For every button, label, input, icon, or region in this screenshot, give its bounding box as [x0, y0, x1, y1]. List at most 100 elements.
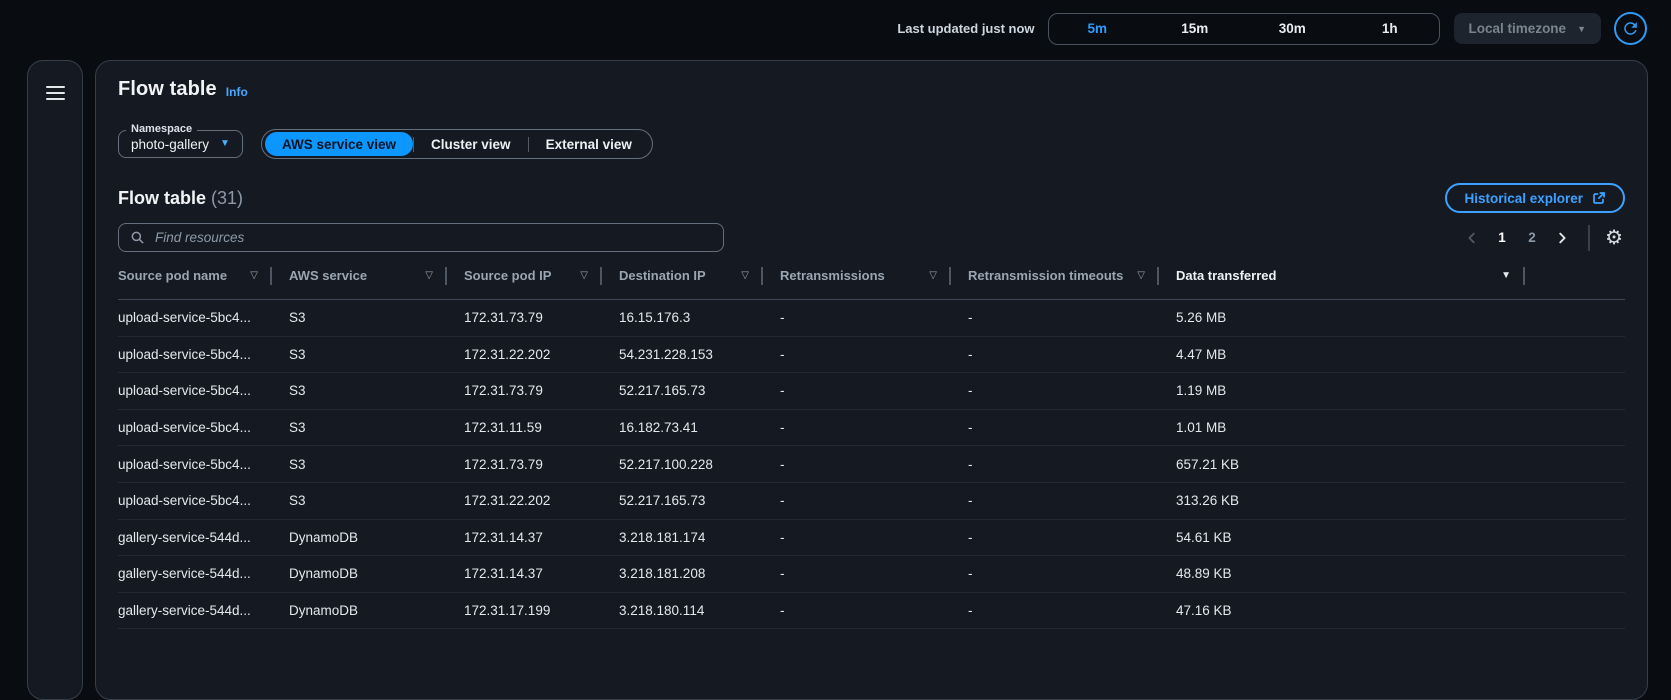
column-header-destination-ip[interactable]: Destination IP ▽: [602, 252, 763, 299]
historical-explorer-button[interactable]: Historical explorer: [1445, 183, 1625, 213]
table-cell: gallery-service-544d...: [118, 566, 272, 581]
table-body: upload-service-5bc4...S3172.31.73.7916.1…: [118, 300, 1625, 629]
view-tab-external-view[interactable]: External view: [529, 132, 649, 156]
timezone-label: Local timezone: [1469, 21, 1567, 36]
table-cell: S3: [272, 420, 447, 435]
table-row: gallery-service-544d...DynamoDB172.31.14…: [118, 520, 1625, 557]
top-bar: Last updated just now 5m15m30m1h Local t…: [0, 0, 1671, 57]
table-cell: 5.26 MB: [1159, 310, 1525, 325]
sort-descending-icon[interactable]: ▼: [1501, 270, 1511, 281]
controls-row: Namespace photo-gallery ▼ AWS service vi…: [118, 129, 1625, 159]
filter-icon[interactable]: ▽: [250, 270, 258, 281]
page-1-button[interactable]: 1: [1489, 226, 1515, 250]
table-cell: S3: [272, 383, 447, 398]
table-cell: 172.31.73.79: [447, 310, 602, 325]
table-cell: -: [951, 347, 1159, 362]
table-row: gallery-service-544d...DynamoDB172.31.17…: [118, 593, 1625, 630]
table-cell: 3.218.181.174: [602, 530, 763, 545]
gear-icon: ⚙: [1605, 227, 1623, 249]
filter-icon[interactable]: ▽: [929, 270, 937, 281]
external-link-icon: [1592, 191, 1606, 205]
search-icon: [130, 230, 145, 245]
time-range-15m[interactable]: 15m: [1146, 14, 1244, 44]
search-box: [118, 223, 724, 252]
table-cell: -: [951, 310, 1159, 325]
table-cell: upload-service-5bc4...: [118, 347, 272, 362]
refresh-button[interactable]: [1614, 12, 1647, 45]
table-cell: 172.31.22.202: [447, 493, 602, 508]
namespace-value: photo-gallery: [131, 137, 209, 152]
view-tab-cluster-view[interactable]: Cluster view: [414, 132, 528, 156]
column-header-source-pod-ip[interactable]: Source pod IP ▽: [447, 252, 602, 299]
panel-header: Flow table Info: [118, 77, 1625, 101]
table-cell: S3: [272, 310, 447, 325]
previous-page-button[interactable]: [1459, 226, 1485, 250]
page-2-button[interactable]: 2: [1519, 226, 1545, 250]
caret-down-icon: ▼: [220, 139, 230, 149]
table-cell: 4.47 MB: [1159, 347, 1525, 362]
namespace-label: Namespace: [126, 123, 197, 135]
table-cell: 172.31.22.202: [447, 347, 602, 362]
table-cell: 52.217.100.228: [602, 457, 763, 472]
table-cell: -: [951, 493, 1159, 508]
table-cell: 52.217.165.73: [602, 383, 763, 398]
column-header-aws-service[interactable]: AWS service ▽: [272, 252, 447, 299]
filter-icon[interactable]: ▽: [425, 270, 433, 281]
settings-button[interactable]: ⚙: [1603, 228, 1625, 248]
table-cell: -: [951, 457, 1159, 472]
table-row: upload-service-5bc4...S3172.31.11.5916.1…: [118, 410, 1625, 447]
flow-table: Source pod name▽AWS service▽Source pod I…: [118, 252, 1625, 629]
table-header-row: Source pod name▽AWS service▽Source pod I…: [118, 252, 1625, 300]
table-section-header: Flow table (31) Historical explorer: [118, 183, 1625, 213]
column-label: Source pod IP: [464, 268, 551, 283]
table-cell: gallery-service-544d...: [118, 530, 272, 545]
table-cell: -: [763, 383, 951, 398]
table-cell: 54.61 KB: [1159, 530, 1525, 545]
column-header-source-pod-name[interactable]: Source pod name ▽: [118, 252, 272, 299]
next-page-button[interactable]: [1549, 226, 1575, 250]
table-cell: S3: [272, 457, 447, 472]
table-title-text: Flow table: [118, 188, 206, 208]
table-row: upload-service-5bc4...S3172.31.73.7952.2…: [118, 373, 1625, 410]
search-input[interactable]: [153, 229, 712, 246]
table-cell: 47.16 KB: [1159, 603, 1525, 618]
hamburger-menu-button[interactable]: [42, 82, 69, 104]
table-cell: -: [951, 530, 1159, 545]
table-cell: -: [763, 566, 951, 581]
column-header-spacer: [1525, 252, 1625, 299]
table-cell: -: [951, 383, 1159, 398]
table-cell: 313.26 KB: [1159, 493, 1525, 508]
table-cell: DynamoDB: [272, 530, 447, 545]
table-cell: -: [763, 493, 951, 508]
table-cell: -: [763, 310, 951, 325]
column-header-retransmissions[interactable]: Retransmissions▽: [763, 252, 951, 299]
info-link[interactable]: Info: [226, 85, 248, 101]
time-range-30m[interactable]: 30m: [1244, 14, 1342, 44]
pagination: 12 ⚙: [1459, 225, 1625, 251]
time-range-5m[interactable]: 5m: [1049, 14, 1147, 44]
view-tab-aws-service-view[interactable]: AWS service view: [265, 132, 413, 156]
table-cell: -: [763, 457, 951, 472]
column-header-retransmission-timeouts[interactable]: Retransmission timeouts▽: [951, 252, 1159, 299]
column-label: Source pod name: [118, 268, 227, 283]
time-range-1h[interactable]: 1h: [1341, 14, 1439, 44]
table-row: upload-service-5bc4...S3172.31.22.20252.…: [118, 483, 1625, 520]
filter-icon[interactable]: ▽: [580, 270, 588, 281]
column-label: AWS service: [289, 268, 367, 283]
table-cell: gallery-service-544d...: [118, 603, 272, 618]
table-cell: upload-service-5bc4...: [118, 383, 272, 398]
table-cell: 172.31.73.79: [447, 457, 602, 472]
table-cell: 1.01 MB: [1159, 420, 1525, 435]
chevron-right-icon: [1555, 231, 1569, 245]
table-cell: 48.89 KB: [1159, 566, 1525, 581]
filter-icon[interactable]: ▽: [741, 270, 749, 281]
namespace-select[interactable]: Namespace photo-gallery ▼: [118, 130, 243, 158]
table-cell: upload-service-5bc4...: [118, 310, 272, 325]
table-cell: DynamoDB: [272, 566, 447, 581]
pagination-pages: 12: [1489, 226, 1545, 250]
filter-icon[interactable]: ▽: [1137, 270, 1145, 281]
timezone-select[interactable]: Local timezone ▼: [1454, 13, 1601, 44]
column-label: Destination IP: [619, 268, 706, 283]
column-header-data-transferred[interactable]: Data transferred▼: [1159, 252, 1525, 299]
table-cell: 172.31.14.37: [447, 566, 602, 581]
